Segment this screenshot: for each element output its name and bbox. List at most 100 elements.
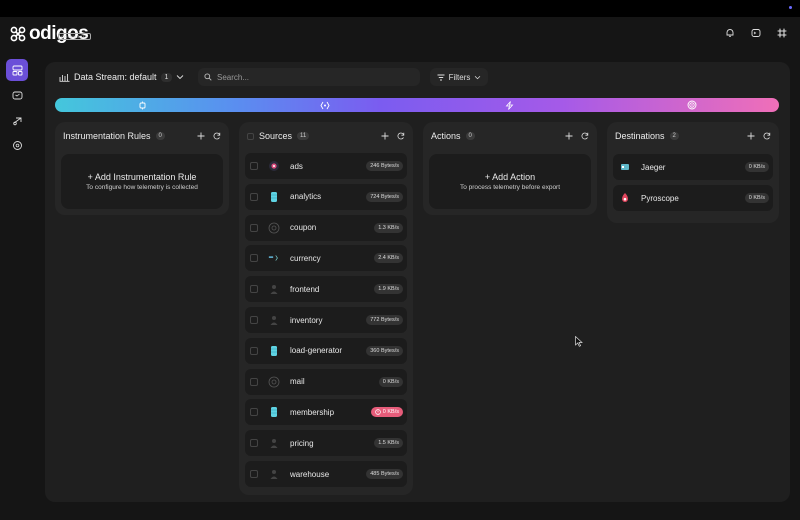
throughput-badge: 772 Bytes/s [366, 315, 403, 325]
refresh-icon[interactable] [213, 132, 221, 140]
add-icon[interactable] [381, 132, 389, 140]
jaeger-icon [619, 161, 631, 173]
add-icon[interactable] [197, 132, 205, 140]
status-dot [789, 6, 792, 9]
add-rule-description: To configure how telemetry is collected [86, 184, 198, 191]
throughput-value: 1.9 KB/s [378, 286, 399, 293]
source-row[interactable]: currency 2.4 KB/s [245, 245, 407, 272]
error-icon [375, 409, 381, 416]
row-checkbox[interactable] [250, 316, 258, 324]
source-row[interactable]: frontend 1.9 KB/s [245, 276, 407, 303]
source-row[interactable]: pricing 1.5 KB/s [245, 430, 407, 457]
add-action-card[interactable]: + Add Action To process telemetry before… [429, 154, 591, 209]
throughput-badge: 360 Bytes/s [366, 345, 403, 356]
source-row[interactable]: warehouse 485 Bytes/s [245, 461, 407, 487]
throughput-badge: 0 KB/s [378, 376, 403, 387]
column-header: Destinations 2 [615, 130, 771, 142]
throughput-value: 485 Bytes/s [370, 471, 399, 477]
column-title: Sources [259, 131, 293, 141]
throughput-badge: 0 KB/s [370, 407, 403, 418]
destinations-stage-icon [687, 100, 697, 110]
chevron-down-icon [475, 75, 481, 79]
add-icon[interactable] [747, 132, 755, 140]
source-row[interactable]: load-generator 360 Bytes/s [245, 337, 407, 364]
refresh-icon[interactable] [397, 132, 405, 140]
row-checkbox[interactable] [250, 192, 258, 201]
row-checkbox[interactable] [250, 162, 258, 170]
ads-icon [268, 160, 280, 172]
throughput-value: 246 Bytes/s [370, 163, 399, 169]
search-input[interactable] [217, 72, 407, 82]
search-box[interactable] [198, 68, 420, 86]
pyroscope-icon [619, 192, 631, 204]
destination-row[interactable]: Pyroscope 0 KB/s [613, 185, 773, 211]
source-row[interactable]: coupon 1.3 KB/s [245, 214, 407, 241]
rules-stage-icon [137, 100, 147, 110]
database-icon [268, 345, 280, 357]
column-count: 11 [297, 132, 310, 140]
row-checkbox[interactable] [250, 254, 258, 263]
actions-icon[interactable] [6, 134, 28, 156]
slack-icon[interactable] [776, 27, 788, 39]
throughput-badge: 485 Bytes/s [366, 469, 403, 479]
select-all-checkbox[interactable] [247, 132, 254, 140]
row-checkbox[interactable] [250, 439, 258, 448]
odigos-logo-icon [10, 26, 26, 42]
filters-label: Filters [448, 72, 471, 82]
data-stream-count: 1 [160, 72, 173, 82]
overview-icon[interactable] [6, 59, 28, 81]
source-name: membership [290, 407, 335, 417]
column-count: 2 [669, 132, 679, 140]
empty-title-row: + Add Instrumentation Rule [88, 172, 197, 182]
pipeline-flow-bar [55, 98, 779, 112]
destinations-icon[interactable] [6, 109, 28, 131]
data-stream-label: Data Stream: default [74, 72, 157, 82]
row-checkbox[interactable] [250, 408, 258, 417]
actions-stage-icon [504, 100, 514, 110]
source-name: warehouse [290, 469, 330, 479]
throughput-badge: 1.9 KB/s [374, 284, 403, 295]
row-checkbox[interactable] [250, 377, 258, 386]
header: odigos COMMUNITY [0, 17, 800, 51]
source-name: analytics [290, 192, 322, 202]
row-checkbox[interactable] [250, 223, 258, 232]
empty-title-row: + Add Action [485, 172, 535, 182]
source-name: load-generator [290, 346, 343, 356]
column-title: Actions [431, 131, 461, 141]
window-top-bar [0, 0, 800, 17]
throughput-value: 0 KB/s [748, 164, 765, 170]
database-icon [268, 406, 280, 418]
source-row[interactable]: mail 0 KB/s [245, 368, 407, 395]
bell-icon[interactable] [724, 27, 736, 39]
user-icon [268, 468, 280, 480]
row-checkbox[interactable] [250, 470, 258, 478]
throughput-badge: 246 Bytes/s [366, 161, 403, 171]
throughput-badge: 0 KB/s [744, 162, 769, 172]
row-checkbox[interactable] [250, 285, 258, 294]
row-checkbox[interactable] [250, 346, 258, 355]
filters-button[interactable]: Filters [430, 68, 488, 86]
source-row[interactable]: analytics 724 Bytes/s [245, 183, 407, 210]
add-action-description: To process telemetry before export [459, 184, 561, 191]
service-icon [268, 376, 280, 388]
source-row[interactable]: ads 246 Bytes/s [245, 153, 407, 179]
database-icon [268, 191, 280, 203]
source-name: ads [290, 161, 303, 171]
refresh-icon[interactable] [581, 132, 589, 140]
add-instrumentation-rule-card[interactable]: + Add Instrumentation Rule To configure … [61, 154, 223, 209]
terminal-icon[interactable] [750, 27, 762, 39]
throughput-badge: 1.5 KB/s [374, 438, 403, 449]
destination-row[interactable]: Jaeger 0 KB/s [613, 154, 773, 180]
user-icon [268, 437, 280, 449]
sources-icon[interactable] [6, 84, 28, 106]
data-stream-selector[interactable]: Data Stream: default 1 [59, 72, 184, 82]
throughput-value: 0 KB/s [382, 409, 399, 416]
column-title: Instrumentation Rules [63, 131, 151, 141]
add-icon[interactable] [565, 132, 573, 140]
mouse-cursor-icon [575, 336, 583, 347]
refresh-icon[interactable] [763, 132, 771, 140]
column-count: 0 [465, 132, 475, 140]
source-row[interactable]: membership 0 KB/s [245, 399, 407, 426]
source-row[interactable]: inventory 772 Bytes/s [245, 307, 407, 333]
plus-icon: + [87, 172, 95, 182]
